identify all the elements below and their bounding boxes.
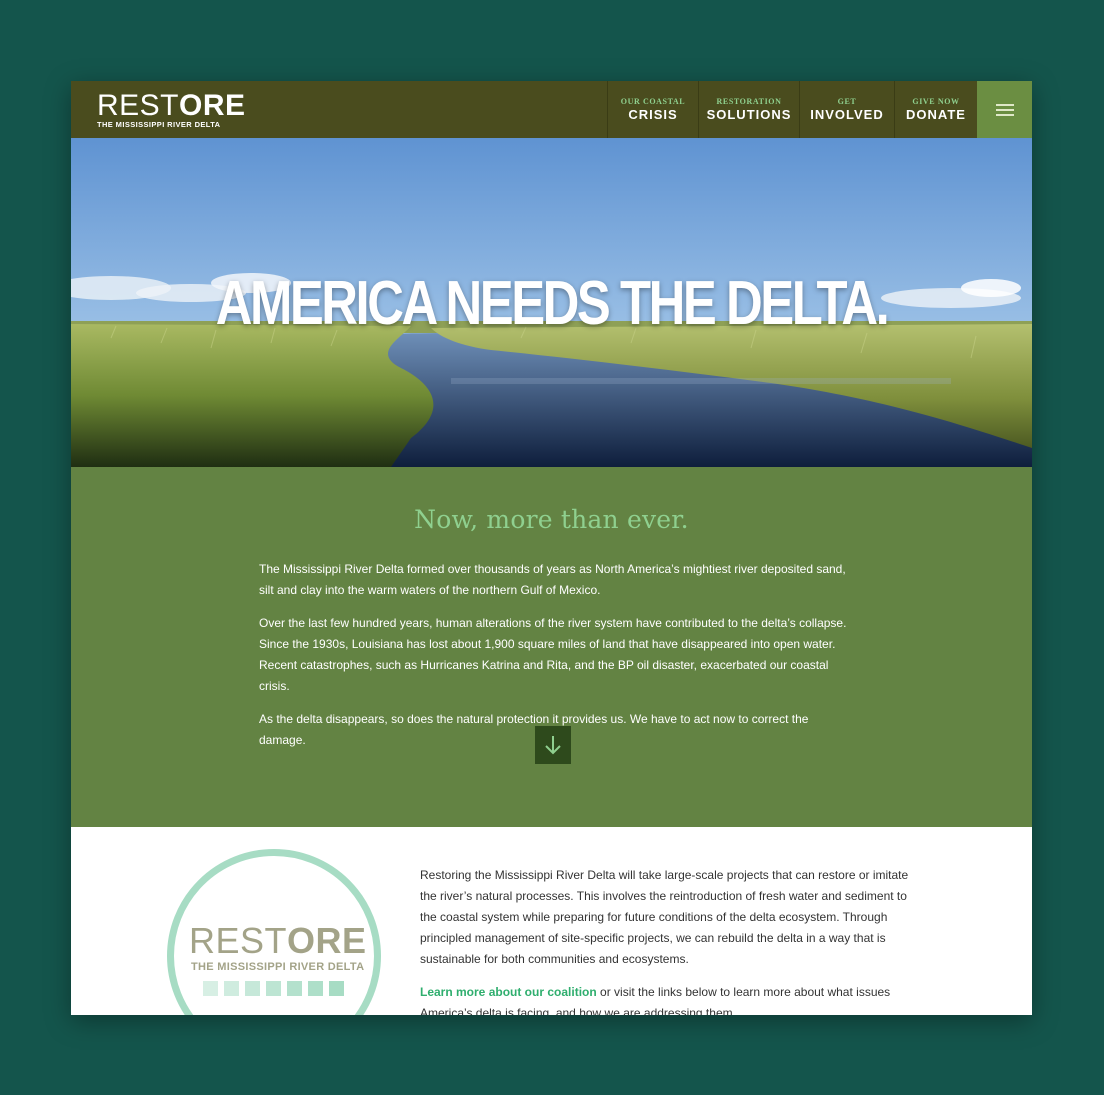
site-logo[interactable]: RESTORE THE MISSISSIPPI RIVER DELTA — [97, 89, 246, 130]
intro-paragraph: The Mississippi River Delta formed over … — [259, 562, 846, 597]
arrow-down-icon — [545, 736, 561, 755]
about-link-paragraph: Learn more about our coalition or visit … — [420, 982, 920, 1015]
about-paragraph: Restoring the Mississippi River Delta wi… — [420, 868, 909, 966]
logo-wordmark: RESTORE — [97, 89, 246, 122]
nav-item-donate[interactable]: GIVE NOW DONATE — [894, 81, 977, 138]
badge-wordmark: RESTORE — [189, 923, 367, 959]
main-nav: OUR COASTAL CRISIS RESTORATION SOLUTIONS… — [607, 81, 977, 138]
nav-item-coastal-crisis[interactable]: OUR COASTAL CRISIS — [607, 81, 698, 138]
badge-tagline: THE MISSISSIPPI RIVER DELTA — [191, 961, 365, 973]
intro-paragraph: Over the last few hundred years, human a… — [259, 616, 847, 693]
nav-item-small-label: GIVE NOW — [912, 97, 960, 106]
logo-word-light: REST — [97, 89, 180, 122]
badge-squares — [203, 981, 344, 996]
intro-heading: Now, more than ever. — [414, 505, 689, 534]
nav-item-small-label: GET — [837, 97, 857, 106]
site-header: RESTORE THE MISSISSIPPI RIVER DELTA OUR … — [71, 81, 1032, 138]
restore-badge-logo: RESTORE THE MISSISSIPPI RIVER DELTA — [167, 849, 381, 1015]
nav-item-big-label: SOLUTIONS — [706, 107, 792, 122]
badge-word-light: REST — [189, 920, 288, 961]
about-section: RESTORE THE MISSISSIPPI RIVER DELTA Rest… — [71, 827, 1032, 1015]
menu-button[interactable] — [977, 81, 1032, 138]
nav-item-small-label: OUR COASTAL — [620, 97, 686, 106]
logo-word-bold: ORE — [179, 89, 246, 122]
hero-title: AMERICA NEEDS THE DELTA. — [215, 269, 890, 338]
nav-item-get-involved[interactable]: GET INVOLVED — [799, 81, 894, 138]
hero-banner: AMERICA NEEDS THE DELTA. — [71, 138, 1032, 467]
nav-item-small-label: RESTORATION — [716, 97, 782, 106]
nav-item-big-label: CRISIS — [628, 107, 678, 122]
hamburger-icon — [995, 103, 1014, 116]
browser-page: RESTORE THE MISSISSIPPI RIVER DELTA OUR … — [71, 81, 1032, 1015]
nav-item-big-label: DONATE — [906, 107, 966, 122]
scroll-down-button[interactable] — [535, 726, 571, 764]
nav-item-restoration-solutions[interactable]: RESTORATION SOLUTIONS — [698, 81, 799, 138]
coalition-link[interactable]: Learn more about our coalition — [420, 985, 597, 999]
intro-section: Now, more than ever. The Mississippi Riv… — [71, 467, 1032, 827]
badge-word-bold: ORE — [287, 920, 367, 961]
nav-item-big-label: INVOLVED — [810, 107, 884, 122]
about-text: Restoring the Mississippi River Delta wi… — [420, 865, 920, 1015]
